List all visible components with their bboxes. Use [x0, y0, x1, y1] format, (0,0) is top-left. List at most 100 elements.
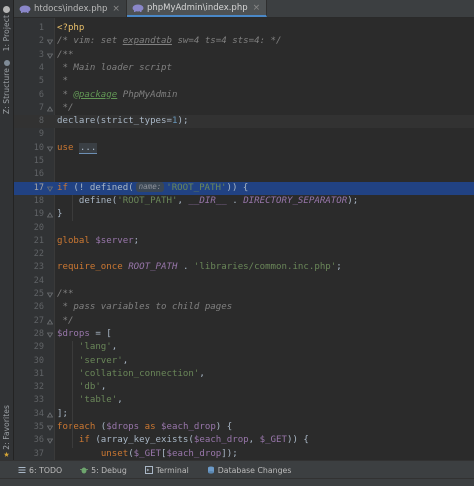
- fold-collapse-icon[interactable]: [47, 438, 53, 445]
- star-icon: ★: [3, 448, 10, 460]
- code-token: <?php: [57, 23, 85, 33]
- todo-tool-button[interactable]: 6: TODO: [18, 466, 62, 475]
- structure-tool-button[interactable]: Z: Structure: [0, 60, 13, 114]
- code-line[interactable]: 1 <?php: [14, 22, 474, 35]
- code-token: )) {: [226, 182, 249, 193]
- terminal-tool-button[interactable]: Terminal: [144, 465, 189, 475]
- code-token: )) {: [286, 435, 309, 446]
- code-token: /* vim: set: [57, 36, 123, 47]
- code-line[interactable]: 35 foreach ($drops as $each_drop) {: [14, 421, 474, 434]
- code-token: ROOT_PATH: [128, 262, 178, 273]
- code-line[interactable]: 34];: [14, 408, 474, 421]
- code-line[interactable]: 8 declare(strict_types=1);: [14, 115, 474, 129]
- code-line[interactable]: 29 'lang',: [14, 341, 474, 354]
- code-line[interactable]: 16: [14, 168, 474, 181]
- code-line[interactable]: 19}: [14, 208, 474, 221]
- code-token: 'table': [78, 395, 118, 406]
- code-text: require_once ROOT_PATH . 'libraries/comm…: [57, 261, 342, 274]
- code-line[interactable]: 36 if (array_key_exists($each_drop, $_GE…: [14, 434, 474, 447]
- code-line[interactable]: 37 unset($_GET[$each_drop]);: [14, 448, 474, 460]
- line-number: 21: [33, 235, 44, 246]
- code-token: use: [57, 142, 79, 153]
- tab-label: htdocs\index.php: [34, 3, 108, 14]
- code-token: * Main loader script: [57, 62, 172, 73]
- code-line[interactable]: 5 *: [14, 75, 474, 88]
- code-line[interactable]: 30 'server',: [14, 355, 474, 368]
- code-text: 'lang',: [57, 341, 117, 354]
- fold-collapse-icon[interactable]: [47, 332, 53, 338]
- code-token: $each_drop: [161, 422, 216, 432]
- code-token: __DIR__: [188, 195, 227, 206]
- code-token: *: [57, 76, 68, 87]
- terminal-tool-label: Terminal: [155, 465, 189, 475]
- code-line[interactable]: 2 /* vim: set expandtab sw=4 ts=4 sts=4: …: [14, 35, 474, 48]
- code-line[interactable]: 32 'db',: [14, 381, 474, 394]
- code-token: .: [177, 262, 194, 273]
- line-number: 30: [33, 355, 44, 366]
- code-line[interactable]: 7 */: [14, 102, 474, 115]
- line-number: 27: [33, 315, 44, 326]
- code-token: sw=4 ts=4 sts=4: */: [171, 36, 282, 47]
- code-line[interactable]: 17 if (! defined(name: 'ROOT_PATH')) {: [14, 181, 474, 195]
- line-number: 36: [33, 435, 44, 446]
- code-text: $drops = [: [57, 328, 112, 341]
- code-token: define(: [57, 195, 118, 206]
- fold-end-icon[interactable]: [47, 411, 53, 418]
- line-number: 28: [33, 328, 44, 339]
- code-line[interactable]: 21 global $server;: [14, 235, 474, 248]
- code-token: ]);: [221, 448, 238, 459]
- code-line[interactable]: 33 'table',: [14, 394, 474, 407]
- code-line[interactable]: 6 * @package PhpMyAdmin: [14, 89, 474, 102]
- code-line[interactable]: 3 /**: [14, 49, 474, 62]
- tab-label: phpMyAdmin\index.php: [146, 2, 248, 13]
- fold-end-icon[interactable]: [47, 318, 53, 325]
- debug-tool-label: 5: Debug: [91, 465, 127, 475]
- close-icon[interactable]: ×: [253, 3, 261, 13]
- debug-tool-button[interactable]: 5: Debug: [80, 466, 127, 475]
- code-line[interactable]: 24: [14, 275, 474, 288]
- fold-collapse-icon[interactable]: [47, 39, 53, 46]
- code-token: $drops: [57, 328, 90, 339]
- line-number: 25: [33, 289, 44, 299]
- code-line[interactable]: 26 * pass variables to child pages: [14, 301, 474, 314]
- code-token: (! defined(: [67, 182, 134, 193]
- database-changes-tool-label: Database Changes: [217, 465, 292, 475]
- fold-end-icon[interactable]: [47, 212, 53, 218]
- code-line[interactable]: 31 'collation_connection',: [14, 368, 474, 381]
- project-tool-button[interactable]: 1: Project: [0, 6, 13, 51]
- code-line[interactable]: 27 */: [14, 315, 474, 328]
- line-number: 17: [33, 182, 44, 193]
- code-line[interactable]: 25 /**: [14, 288, 474, 301]
- close-icon[interactable]: ×: [112, 4, 120, 14]
- left-tool-strip: 1: Project Z: Structure 2: Favorites ★: [0, 0, 14, 460]
- code-line[interactable]: 4 * Main loader script: [14, 62, 474, 75]
- tab-phpmyadmin-index[interactable]: phpMyAdmin\index.php ×: [126, 0, 268, 17]
- fold-collapse-icon[interactable]: [47, 53, 53, 59]
- code-token: }: [57, 209, 63, 220]
- code-line[interactable]: 28 $drops = [: [14, 328, 474, 341]
- code-line[interactable]: 23 require_once ROOT_PATH . 'libraries/co…: [14, 261, 474, 274]
- favorites-tool-button[interactable]: 2: Favorites ★: [0, 405, 13, 460]
- code-line[interactable]: 15: [14, 155, 474, 168]
- code-line[interactable]: 10 use ...: [14, 142, 474, 155]
- code-editor[interactable]: 1 <?php 2 /* vim: set expandtab sw=4 ts=4 s…: [14, 18, 474, 460]
- database-changes-tool-button[interactable]: Database Changes: [207, 465, 292, 475]
- php-file-icon: [19, 5, 31, 13]
- folded-region-ellipsis[interactable]: ...: [78, 142, 98, 154]
- fold-end-icon[interactable]: [47, 106, 53, 112]
- indent-guide: [72, 421, 73, 448]
- fold-collapse-icon[interactable]: [47, 292, 53, 298]
- line-number: 2: [38, 36, 44, 47]
- fold-collapse-icon[interactable]: [47, 146, 53, 152]
- code-line[interactable]: 22: [14, 248, 474, 261]
- code-line[interactable]: 9: [14, 128, 474, 141]
- code-line[interactable]: 18 define('ROOT_PATH', __DIR__ . DIRECTO…: [14, 195, 474, 208]
- fold-collapse-icon[interactable]: [47, 186, 53, 192]
- line-number: 15: [33, 156, 44, 166]
- code-line[interactable]: 20: [14, 222, 474, 235]
- tab-htdocs-index[interactable]: htdocs\index.php ×: [14, 0, 127, 17]
- fold-collapse-icon[interactable]: [47, 425, 53, 431]
